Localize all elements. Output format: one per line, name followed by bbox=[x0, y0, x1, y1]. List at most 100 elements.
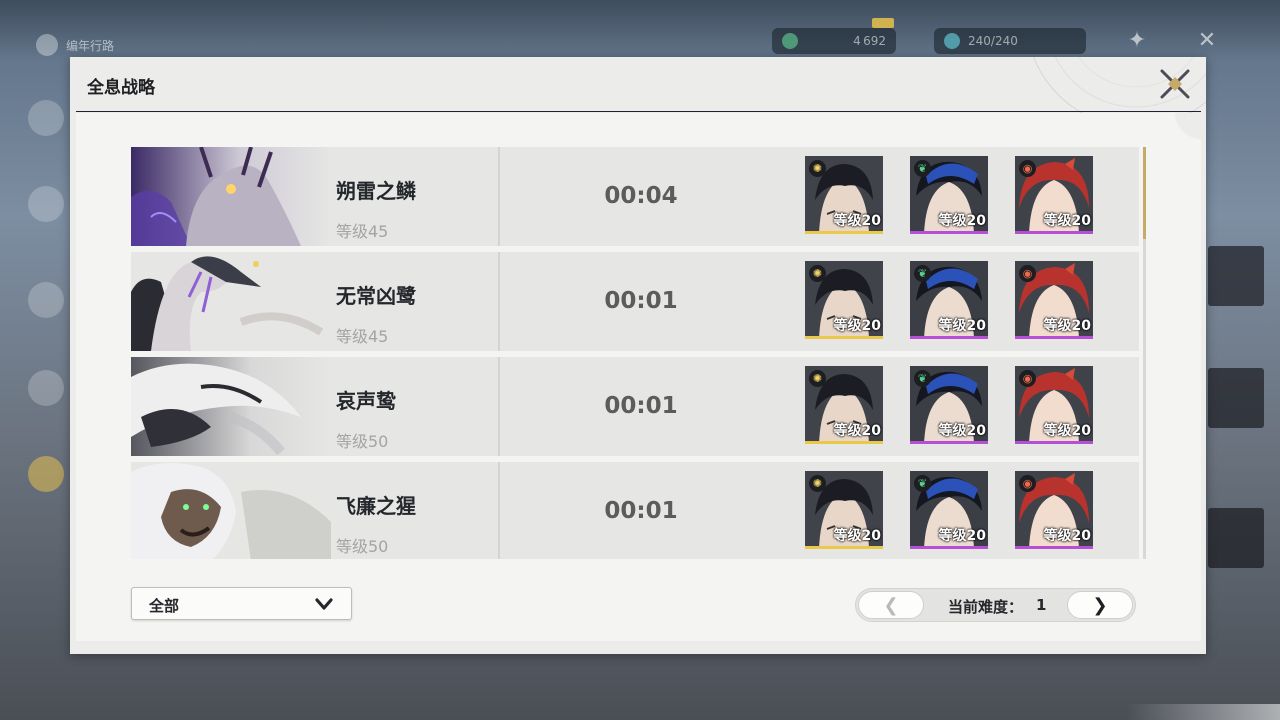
boss-portrait-mourning-aix bbox=[131, 357, 331, 456]
boss-name: 飞廉之猩 bbox=[336, 494, 416, 518]
nav-target-icon bbox=[28, 100, 64, 136]
boss-portrait-inferno-rider bbox=[131, 252, 331, 351]
team-member-slot[interactable]: ◉ 等级20 bbox=[1015, 156, 1093, 234]
rarity-bar bbox=[910, 441, 988, 444]
difficulty-pager: ❮ 当前难度： 1 ❯ bbox=[855, 588, 1136, 622]
record-row[interactable]: 哀声鸷 等级50 00:01 ✺ 等级20 ❦ 等级20 ◉ 等级20 bbox=[131, 357, 1139, 456]
spectro-element-icon: ✺ bbox=[809, 475, 826, 492]
nav-calendar-icon bbox=[28, 370, 64, 406]
next-difficulty-button[interactable]: ❯ bbox=[1067, 591, 1133, 619]
character-level: 等级20 bbox=[1043, 423, 1091, 439]
nav-cross-icon bbox=[28, 282, 64, 318]
team-member-slot[interactable]: ✺ 等级20 bbox=[805, 366, 883, 444]
team-member-slot[interactable]: ◉ 等级20 bbox=[1015, 366, 1093, 444]
rarity-bar bbox=[805, 231, 883, 234]
clear-time: 00:01 bbox=[604, 288, 678, 314]
rarity-bar bbox=[805, 441, 883, 444]
background-card bbox=[1208, 508, 1264, 568]
record-row[interactable]: 朔雷之鳞 等级45 00:04 ✺ 等级20 ❦ 等级20 ◉ 等级20 bbox=[131, 147, 1139, 246]
clear-time: 00:01 bbox=[604, 498, 678, 524]
team-member-slot[interactable]: ◉ 等级20 bbox=[1015, 261, 1093, 339]
panel-title: 全息战略 bbox=[87, 78, 155, 98]
team-member-slot[interactable]: ✺ 等级20 bbox=[805, 261, 883, 339]
title-divider bbox=[76, 111, 1201, 112]
record-row[interactable]: 飞廉之猩 等级50 00:01 ✺ 等级20 ❦ 等级20 ◉ 等级20 bbox=[131, 462, 1139, 559]
boss-portrait-thundering-mephis bbox=[131, 147, 331, 246]
aero-element-icon: ❦ bbox=[914, 265, 931, 282]
previous-difficulty-button[interactable]: ❮ bbox=[858, 591, 924, 619]
fusion-element-icon: ◉ bbox=[1019, 370, 1036, 387]
stamina-icon bbox=[944, 33, 960, 49]
rarity-bar bbox=[1015, 441, 1093, 444]
aero-element-icon: ❦ bbox=[914, 370, 931, 387]
team-member-slot[interactable]: ❦ 等级20 bbox=[910, 471, 988, 549]
team-member-slot[interactable]: ❦ 等级20 bbox=[910, 261, 988, 339]
rarity-bar bbox=[910, 546, 988, 549]
boss-name: 哀声鸷 bbox=[336, 389, 396, 413]
fusion-element-icon: ◉ bbox=[1019, 265, 1036, 282]
team-member-slot[interactable]: ❦ 等级20 bbox=[910, 156, 988, 234]
boss-name: 无常凶鹭 bbox=[336, 284, 416, 308]
background-card bbox=[1208, 246, 1264, 306]
rarity-bar bbox=[1015, 336, 1093, 339]
character-level: 等级20 bbox=[938, 318, 986, 334]
nav-active-icon bbox=[28, 456, 64, 492]
rarity-bar bbox=[910, 336, 988, 339]
fusion-element-icon: ◉ bbox=[1019, 475, 1036, 492]
row-divider bbox=[498, 462, 500, 559]
filter-selected-value: 全部 bbox=[149, 597, 180, 615]
character-level: 等级20 bbox=[938, 528, 986, 544]
close-icon bbox=[1160, 69, 1190, 99]
close-button[interactable] bbox=[1158, 67, 1192, 101]
aero-element-icon: ❦ bbox=[914, 475, 931, 492]
boss-level: 等级50 bbox=[336, 432, 389, 451]
background-menu-title: 编年行路 bbox=[36, 34, 114, 56]
row-divider bbox=[498, 252, 500, 351]
menu-icon bbox=[36, 34, 58, 56]
filter-dropdown[interactable]: 全部 bbox=[131, 587, 352, 620]
spectro-element-icon: ✺ bbox=[809, 160, 826, 177]
character-level: 等级20 bbox=[833, 528, 881, 544]
chevron-right-icon: ❯ bbox=[1092, 594, 1108, 616]
character-level: 等级20 bbox=[938, 423, 986, 439]
fusion-element-icon: ◉ bbox=[1019, 160, 1036, 177]
nav-book-icon bbox=[28, 186, 64, 222]
settings-icon: ✦ bbox=[1127, 28, 1147, 53]
notification-badge bbox=[872, 18, 894, 28]
rarity-bar bbox=[1015, 231, 1093, 234]
team-member-slot[interactable]: ✺ 等级20 bbox=[805, 471, 883, 549]
scrollbar-thumb[interactable] bbox=[1143, 147, 1146, 239]
character-level: 等级20 bbox=[1043, 213, 1091, 229]
character-level: 等级20 bbox=[1043, 318, 1091, 334]
chevron-left-icon: ❮ bbox=[883, 594, 899, 616]
team-member-slot[interactable]: ◉ 等级20 bbox=[1015, 471, 1093, 549]
record-row[interactable]: 无常凶鹭 等级45 00:01 ✺ 等级20 ❦ 等级20 ◉ 等级20 bbox=[131, 252, 1139, 351]
currency-icon bbox=[782, 33, 798, 49]
rarity-bar bbox=[805, 546, 883, 549]
spectro-element-icon: ✺ bbox=[809, 370, 826, 387]
rarity-bar bbox=[805, 336, 883, 339]
boss-level: 等级50 bbox=[336, 537, 389, 556]
currency-pill: 4 692 bbox=[772, 28, 896, 54]
character-level: 等级20 bbox=[833, 423, 881, 439]
character-level: 等级20 bbox=[1043, 528, 1091, 544]
boss-level: 等级45 bbox=[336, 222, 389, 241]
stamina-pill: 240/240 bbox=[934, 28, 1086, 54]
background-card bbox=[1208, 368, 1264, 428]
character-level: 等级20 bbox=[938, 213, 986, 229]
background-close-icon: ✕ bbox=[1197, 28, 1217, 53]
records-list[interactable]: 朔雷之鳞 等级45 00:04 ✺ 等级20 ❦ 等级20 ◉ 等级20 无常凶… bbox=[131, 147, 1139, 559]
rarity-bar bbox=[910, 231, 988, 234]
clear-time: 00:01 bbox=[604, 393, 678, 419]
watermark-area bbox=[1126, 704, 1280, 720]
team-member-slot[interactable]: ✺ 等级20 bbox=[805, 156, 883, 234]
clear-time: 00:04 bbox=[604, 183, 678, 209]
boss-name: 朔雷之鳞 bbox=[336, 179, 416, 203]
difficulty-label: 当前难度： bbox=[948, 598, 1024, 616]
character-level: 等级20 bbox=[833, 318, 881, 334]
row-divider bbox=[498, 357, 500, 456]
chevron-down-icon bbox=[315, 598, 333, 610]
boss-portrait-feilian-beringal bbox=[131, 462, 331, 559]
boss-level: 等级45 bbox=[336, 327, 389, 346]
team-member-slot[interactable]: ❦ 等级20 bbox=[910, 366, 988, 444]
